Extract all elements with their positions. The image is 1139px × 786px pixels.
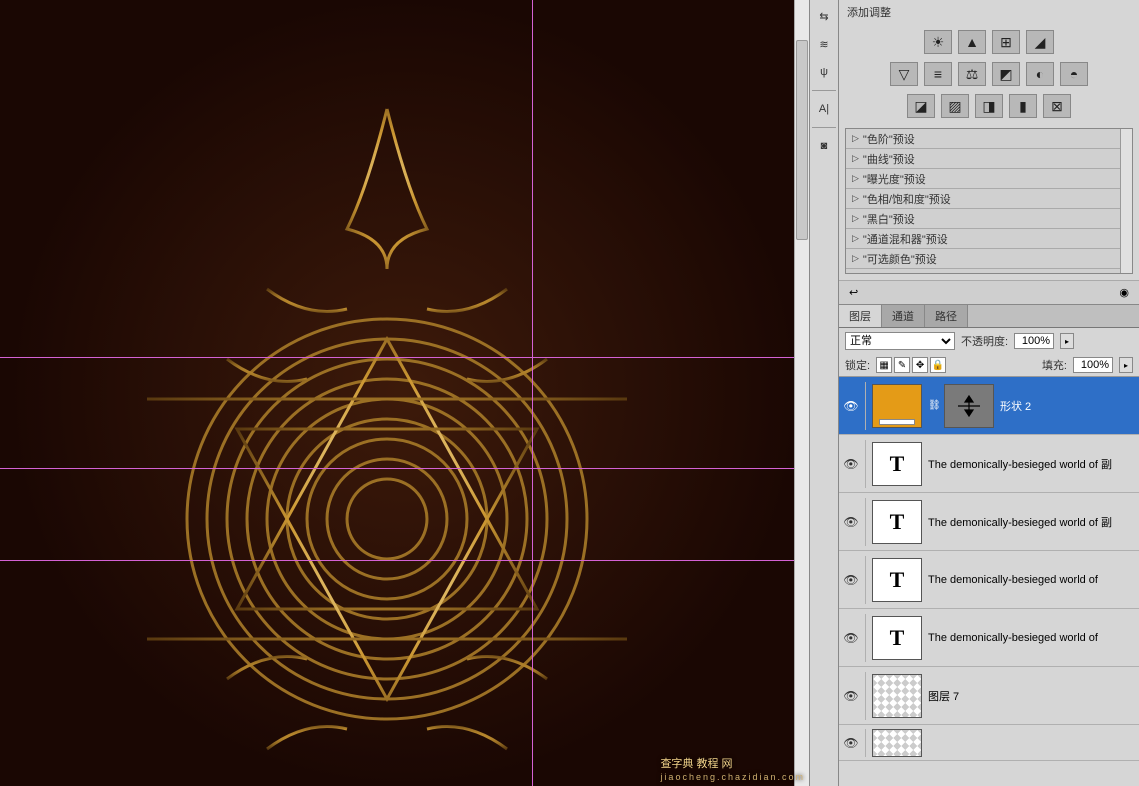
adj-clip-icon[interactable]: ◉	[1119, 286, 1129, 299]
preset-exposure[interactable]: ▷"曝光度"预设	[846, 169, 1120, 189]
layer-thumb-text[interactable]: T	[872, 500, 922, 544]
lock-row: 锁定: ▦ ✎ ✥ 🔒 填充: 100% ▸	[839, 354, 1139, 377]
watermark-text: 查字典 教程 网	[660, 758, 732, 770]
tool-camera-icon[interactable]: ◙	[811, 134, 837, 158]
opacity-label: 不透明度:	[961, 333, 1008, 349]
preset-curves[interactable]: ▷"曲线"预设	[846, 149, 1120, 169]
invert-icon[interactable]: ◪	[907, 94, 935, 118]
adjustment-presets: ▷"色阶"预设 ▷"曲线"预设 ▷"曝光度"预设 ▷"色相/饱和度"预设 ▷"黑…	[845, 128, 1133, 274]
hue-sat-icon[interactable]: ≡	[924, 62, 952, 86]
tool-swap-icon[interactable]: ⇆	[811, 4, 837, 28]
layer-name[interactable]: The demonically-besieged world of 副	[928, 456, 1135, 472]
layer-row-text[interactable]: 👁 T The demonically-besieged world of 副	[839, 493, 1139, 551]
layer-thumb-text[interactable]: T	[872, 442, 922, 486]
selective-color-icon[interactable]: ⊠	[1043, 94, 1071, 118]
layer-thumb[interactable]	[872, 384, 922, 428]
link-icon: ⛓	[928, 400, 938, 411]
adjustments-panel: 添加调整 ☀ ▲ ⊞ ◢ ▽ ≡ ⚖ ◩ ◐ ◓ ◪ ▨	[839, 0, 1139, 305]
black-white-icon[interactable]: ◩	[992, 62, 1020, 86]
channel-mixer-icon[interactable]: ◓	[1060, 62, 1088, 86]
tab-layers[interactable]: 图层	[839, 305, 882, 327]
layer-name[interactable]: The demonically-besieged world of 副	[928, 514, 1135, 530]
guide-horizontal[interactable]	[0, 357, 809, 358]
fill-flyout-icon[interactable]: ▸	[1119, 357, 1133, 373]
preset-channel-mixer[interactable]: ▷"通道混和器"预设	[846, 229, 1120, 249]
visibility-icon[interactable]: 👁	[843, 572, 859, 588]
vibrance-icon[interactable]: ▽	[890, 62, 918, 86]
canvas-scrollbar-v[interactable]	[794, 0, 809, 786]
watermark-sub: jiaocheng.chazidian.com	[660, 772, 805, 782]
visibility-icon[interactable]: 👁	[843, 630, 859, 646]
layer-thumb-text[interactable]: T	[872, 558, 922, 602]
preset-selective-color[interactable]: ▷"可选颜色"预设	[846, 249, 1120, 269]
guide-horizontal[interactable]	[0, 468, 809, 469]
adj-return-icon[interactable]: ↩	[849, 286, 858, 299]
preset-levels[interactable]: ▷"色阶"预设	[846, 129, 1120, 149]
opacity-flyout-icon[interactable]: ▸	[1060, 333, 1074, 349]
visibility-icon[interactable]: 👁	[843, 514, 859, 530]
posterize-icon[interactable]: ▨	[941, 94, 969, 118]
lock-pixels-icon[interactable]: ✎	[894, 357, 910, 373]
tool-para-icon[interactable]: ψ	[811, 60, 837, 84]
layer-options-row: 正常 不透明度: 100% ▸	[839, 328, 1139, 354]
photo-filter-icon[interactable]: ◐	[1026, 62, 1054, 86]
tab-paths[interactable]: 路径	[925, 305, 968, 327]
layer-name[interactable]: 图层 7	[928, 688, 1135, 704]
layer-name[interactable]: The demonically-besieged world of	[928, 632, 1135, 644]
preset-hue-sat[interactable]: ▷"色相/饱和度"预设	[846, 189, 1120, 209]
preset-bw[interactable]: ▷"黑白"预设	[846, 209, 1120, 229]
exposure-icon[interactable]: ◢	[1026, 30, 1054, 54]
lock-transparent-icon[interactable]: ▦	[876, 357, 892, 373]
layer-thumb[interactable]	[872, 674, 922, 718]
visibility-icon[interactable]: 👁	[843, 456, 859, 472]
color-balance-icon[interactable]: ⚖	[958, 62, 986, 86]
gradient-map-icon[interactable]: ▮	[1009, 94, 1037, 118]
canvas-viewport[interactable]: 查字典 教程 网 jiaocheng.chazidian.com	[0, 0, 809, 786]
visibility-icon[interactable]: 👁	[843, 398, 859, 414]
layer-name[interactable]: The demonically-besieged world of	[928, 574, 1135, 586]
layer-row-shape2[interactable]: 👁 ⛓ 形状 2	[839, 377, 1139, 435]
layer-thumb[interactable]	[872, 729, 922, 757]
guide-vertical[interactable]	[532, 0, 533, 786]
opacity-value[interactable]: 100%	[1014, 333, 1054, 349]
lock-position-icon[interactable]: ✥	[912, 357, 928, 373]
tool-character-icon[interactable]: A|	[811, 97, 837, 121]
visibility-icon[interactable]: 👁	[843, 688, 859, 704]
tool-swatches-icon[interactable]: ≋	[811, 32, 837, 56]
vector-mask-thumb[interactable]	[944, 384, 994, 428]
layers-list: 👁 ⛓ 形状 2 👁 T The demonically-besieged wo…	[839, 377, 1139, 786]
layer-row-text[interactable]: 👁 T The demonically-besieged world of	[839, 609, 1139, 667]
lock-all-icon[interactable]: 🔒	[930, 357, 946, 373]
levels-icon[interactable]: ▲	[958, 30, 986, 54]
threshold-icon[interactable]: ◨	[975, 94, 1003, 118]
curves-icon[interactable]: ⊞	[992, 30, 1020, 54]
tab-channels[interactable]: 通道	[882, 305, 925, 327]
lock-label: 锁定:	[845, 357, 870, 373]
tool-options-strip: ⇆ ≋ ψ A| ◙	[809, 0, 839, 786]
layer-name[interactable]: 形状 2	[1000, 398, 1135, 414]
blend-mode-select[interactable]: 正常	[845, 332, 955, 350]
panel-tabs: 图层 通道 路径	[839, 305, 1139, 328]
watermark: 查字典 教程 网 jiaocheng.chazidian.com	[660, 755, 805, 782]
fill-label: 填充:	[1042, 357, 1067, 373]
layer-thumb-text[interactable]: T	[872, 616, 922, 660]
visibility-icon[interactable]: 👁	[843, 735, 859, 751]
layer-row-raster[interactable]: 👁	[839, 725, 1139, 761]
adjustments-title: 添加调整	[839, 0, 1139, 24]
layer-row-raster[interactable]: 👁 图层 7	[839, 667, 1139, 725]
fill-value[interactable]: 100%	[1073, 357, 1113, 373]
document-background	[0, 0, 809, 786]
layer-row-text[interactable]: 👁 T The demonically-besieged world of 副	[839, 435, 1139, 493]
layer-row-text[interactable]: 👁 T The demonically-besieged world of	[839, 551, 1139, 609]
presets-scrollbar[interactable]	[1120, 129, 1132, 273]
guide-horizontal[interactable]	[0, 560, 809, 561]
brightness-contrast-icon[interactable]: ☀	[924, 30, 952, 54]
